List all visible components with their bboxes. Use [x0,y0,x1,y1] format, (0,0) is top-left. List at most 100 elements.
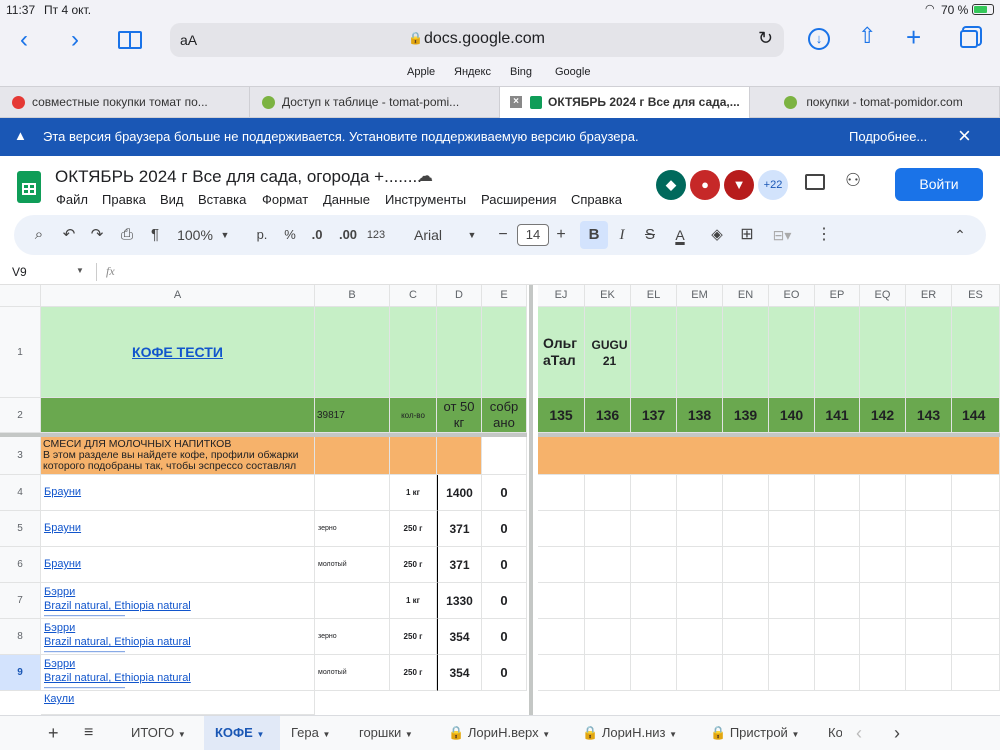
collapse-toolbar-icon[interactable]: ⌃ [950,215,970,255]
menu-file[interactable]: Файл [56,192,88,207]
more-formats-button[interactable]: 123 [364,215,388,255]
cell-weight[interactable]: 1 кг [390,583,437,619]
doc-title[interactable]: ОКТЯБРЬ 2024 г Все для сада, огорода +..… [55,167,422,187]
cell[interactable] [815,619,860,655]
product-link[interactable]: Бэрри [44,657,314,671]
product-link[interactable]: Бэрри [44,585,314,599]
sheet-tab-gera[interactable]: Гера ▼ [291,716,330,750]
cell[interactable] [631,583,677,619]
cell[interactable] [860,307,906,398]
cell[interactable] [437,307,482,398]
cell[interactable] [860,511,906,547]
percent-button[interactable]: % [280,215,300,255]
cell-type[interactable] [315,583,390,619]
cell[interactable] [723,307,769,398]
product-link[interactable]: Брауни [44,521,314,535]
cell-price[interactable]: 354 [437,619,482,655]
zoom-select[interactable]: 100% [174,215,216,255]
product-link[interactable]: Брауни [44,485,314,499]
cell[interactable] [538,655,585,691]
column-header[interactable]: EJ [538,285,585,307]
cell-number[interactable]: 135 [538,398,585,433]
cell-range[interactable] [538,437,1000,475]
column-header[interactable]: EO [769,285,815,307]
menu-tools[interactable]: Инструменты [385,192,466,207]
address-bar[interactable]: аА 🔒 docs.google.com ↻ [170,23,784,57]
plus-icon[interactable]: + [554,215,568,255]
more-options-icon[interactable]: ⋮ [814,215,834,255]
cell[interactable] [677,307,723,398]
sheet-tab-lorin-niz[interactable]: 🔒 ЛориН.низ ▼ [582,716,677,750]
download-icon[interactable]: ↓ [808,28,830,50]
reload-icon[interactable]: ↻ [758,28,773,49]
row-header[interactable]: 8 [0,619,41,655]
cell[interactable] [906,619,952,655]
add-sheet-icon[interactable]: + [48,716,59,750]
sheet-tab-itogo[interactable]: ИТОГО ▼ [131,716,186,750]
cell[interactable] [315,437,390,475]
cell[interactable] [860,583,906,619]
cell[interactable] [860,655,906,691]
cell-weight[interactable]: 250 г [390,547,437,583]
cell[interactable] [952,583,1000,619]
cell[interactable] [538,547,585,583]
row-header[interactable]: 2 [0,398,41,433]
cell[interactable] [631,547,677,583]
cell[interactable] [769,619,815,655]
row-header[interactable]: 5 [0,511,41,547]
column-header[interactable]: C [390,285,437,307]
favorite-bing[interactable]: Bing [510,66,532,78]
cell-participant[interactable]: GUGU 21 [585,307,631,398]
product-cell[interactable]: БэрриBrazil natural, Ethiopia natural———… [41,619,315,655]
cell-weight[interactable]: 250 г [390,511,437,547]
cell[interactable] [952,619,1000,655]
share-icon[interactable]: ⇧ [858,23,876,49]
cell[interactable] [815,583,860,619]
cell[interactable] [390,437,437,475]
cell[interactable] [482,307,527,398]
column-header[interactable]: ES [952,285,1000,307]
forward-icon[interactable]: › [60,20,90,60]
banner-more-link[interactable]: Подробнее... [849,129,927,144]
cell[interactable] [906,655,952,691]
cell-type[interactable]: зерно [315,511,390,547]
cell[interactable]: собр ано [482,398,527,433]
url-text[interactable]: docs.google.com [424,30,545,48]
scroll-right-icon[interactable]: › [894,716,900,750]
cell[interactable] [906,475,952,511]
cell-price[interactable]: 1330 [437,583,482,619]
bold-icon[interactable]: B [580,221,608,249]
sheets-logo-icon[interactable] [17,171,41,203]
cell-number[interactable]: 141 [815,398,860,433]
column-header[interactable]: ER [906,285,952,307]
menu-data[interactable]: Данные [323,192,370,207]
cell[interactable] [631,619,677,655]
cell[interactable] [952,475,1000,511]
tab-access[interactable]: Доступ к таблице - tomat-pomi... [250,87,500,118]
sheet-tab-pristroy[interactable]: 🔒 Пристрой ▼ [710,716,799,750]
cell-price[interactable]: 354 [437,655,482,691]
cell[interactable] [723,583,769,619]
product-origin-link[interactable]: Brazil natural, Ethiopia natural [44,635,314,649]
product-link[interactable]: Брауни [44,557,314,571]
cell[interactable] [437,437,482,475]
fill-color-icon[interactable]: ◈ [706,215,728,255]
menu-extensions[interactable]: Расширения [481,192,557,207]
menu-help[interactable]: Справка [571,192,622,207]
cell-price[interactable]: 371 [437,511,482,547]
frozen-columns-divider[interactable] [527,285,538,715]
cell[interactable]: 39817 [315,398,390,433]
column-header[interactable]: EN [723,285,769,307]
sheet-tab-ko[interactable]: Ко [828,716,842,750]
tab-purchases[interactable]: покупки - tomat-pomidor.com [750,87,1000,118]
row-header[interactable]: 6 [0,547,41,583]
cell-price[interactable]: 1400 [437,475,482,511]
cell[interactable] [631,307,677,398]
cell[interactable] [860,547,906,583]
cell[interactable] [906,307,952,398]
column-header[interactable]: EK [585,285,631,307]
product-link[interactable]: Бэрри [44,621,314,635]
menu-format[interactable]: Формат [262,192,308,207]
text-size-button[interactable]: аА [180,32,197,48]
cell[interactable] [538,511,585,547]
